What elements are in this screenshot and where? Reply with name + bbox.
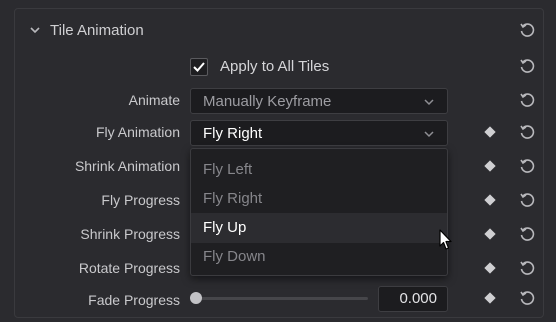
shrink-progress-label: Shrink Progress	[80, 226, 180, 242]
apply-to-all-label: Apply to All Tiles	[220, 58, 330, 75]
fade-progress-label: Fade Progress	[88, 292, 180, 308]
reset-icon[interactable]	[518, 124, 536, 142]
section-header[interactable]: Tile Animation	[14, 12, 544, 48]
checkmark-icon	[193, 62, 205, 72]
fly-progress-label: Fly Progress	[101, 192, 180, 208]
fade-progress-slider-track[interactable]	[198, 297, 368, 300]
reset-icon[interactable]	[518, 290, 536, 308]
reset-icon[interactable]	[518, 158, 536, 176]
chevron-down-icon[interactable]	[28, 23, 42, 37]
animate-value: Manually Keyframe	[203, 93, 332, 110]
fly-animation-label: Fly Animation	[95, 124, 180, 140]
reset-icon[interactable]	[518, 58, 536, 76]
reset-icon[interactable]	[518, 226, 536, 244]
fade-progress-slider-knob[interactable]	[190, 292, 202, 304]
rotate-progress-label: Rotate Progress	[78, 260, 180, 276]
dropdown-option-fly-left[interactable]: Fly Left	[191, 155, 447, 185]
fade-progress-value-field[interactable]: 0.000	[378, 286, 448, 312]
apply-to-all-checkbox[interactable]	[190, 58, 208, 76]
shrink-animation-label: Shrink Animation	[74, 158, 180, 174]
dropdown-option-fly-right[interactable]: Fly Right	[191, 184, 447, 214]
caret-down-icon	[424, 131, 434, 138]
fly-animation-value: Fly Right	[203, 125, 263, 142]
section-title: Tile Animation	[50, 21, 144, 39]
fly-animation-select[interactable]: Fly Right	[190, 120, 448, 146]
reset-icon[interactable]	[518, 92, 536, 110]
reset-icon[interactable]	[518, 192, 536, 210]
animate-select[interactable]: Manually Keyframe	[190, 88, 448, 114]
fly-animation-dropdown-menu: Fly Left Fly Right Fly Up Fly Down	[190, 148, 448, 276]
fade-progress-row: Fade Progress	[14, 288, 544, 314]
reset-icon[interactable]	[518, 22, 536, 40]
reset-icon[interactable]	[518, 260, 536, 278]
animate-label: Animate	[128, 92, 180, 108]
caret-down-icon	[424, 99, 434, 106]
mouse-pointer-icon	[439, 229, 452, 250]
dropdown-option-fly-down[interactable]: Fly Down	[191, 242, 447, 272]
dropdown-option-fly-up[interactable]: Fly Up	[191, 213, 447, 243]
